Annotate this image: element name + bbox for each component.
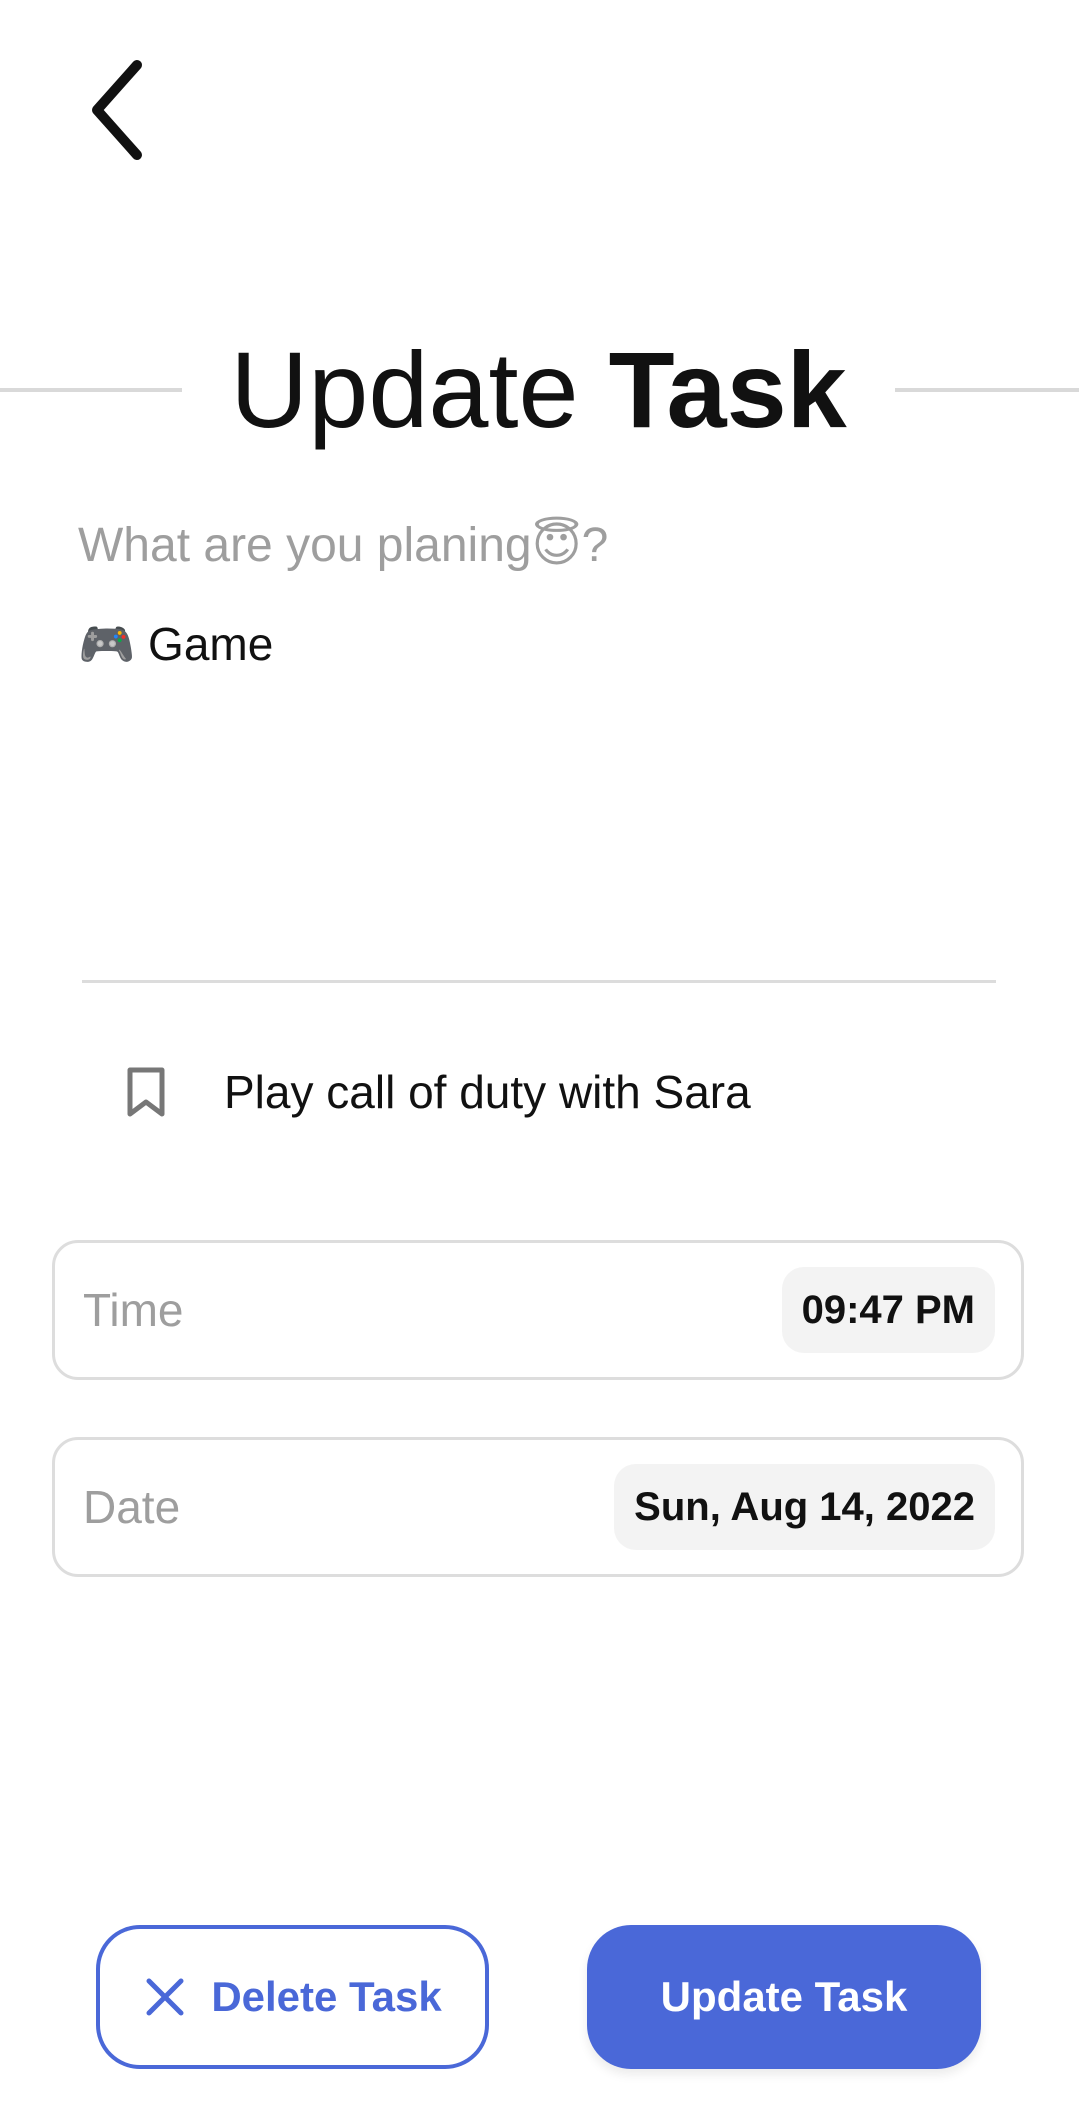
page-title: Update Task	[182, 320, 895, 460]
chevron-left-icon	[92, 60, 142, 160]
time-value-chip[interactable]: 09:47 PM	[781, 1267, 995, 1353]
close-icon	[143, 1975, 187, 2019]
page-title-light: Update	[230, 329, 579, 450]
time-field[interactable]: Time 09:47 PM	[52, 1240, 1024, 1380]
title-divider-right	[895, 388, 1079, 392]
date-field[interactable]: Date Sun, Aug 14, 2022	[52, 1437, 1024, 1577]
title-divider-left	[0, 388, 182, 392]
time-field-label: Time	[83, 1284, 184, 1336]
date-field-label: Date	[83, 1481, 181, 1533]
task-note-row[interactable]: Play call of duty with Sara	[120, 1052, 1000, 1132]
back-button[interactable]	[70, 50, 170, 170]
update-task-label: Update Task	[660, 1973, 908, 2020]
delete-task-label: Delete Task	[211, 1973, 442, 2020]
page-title-bold: Task	[608, 329, 847, 450]
bookmark-icon	[120, 1062, 172, 1122]
delete-task-button[interactable]: Delete Task	[96, 1925, 489, 2069]
section-divider	[82, 980, 996, 983]
update-task-button[interactable]: Update Task	[587, 1925, 981, 2069]
task-note-text: Play call of duty with Sara	[224, 1066, 751, 1118]
category-value[interactable]: 🎮 Game	[78, 614, 273, 674]
category-prompt-label: What are you planing😇?	[78, 519, 609, 572]
date-value-chip[interactable]: Sun, Aug 14, 2022	[614, 1464, 995, 1550]
page-title-row: Update Task	[0, 320, 1079, 460]
